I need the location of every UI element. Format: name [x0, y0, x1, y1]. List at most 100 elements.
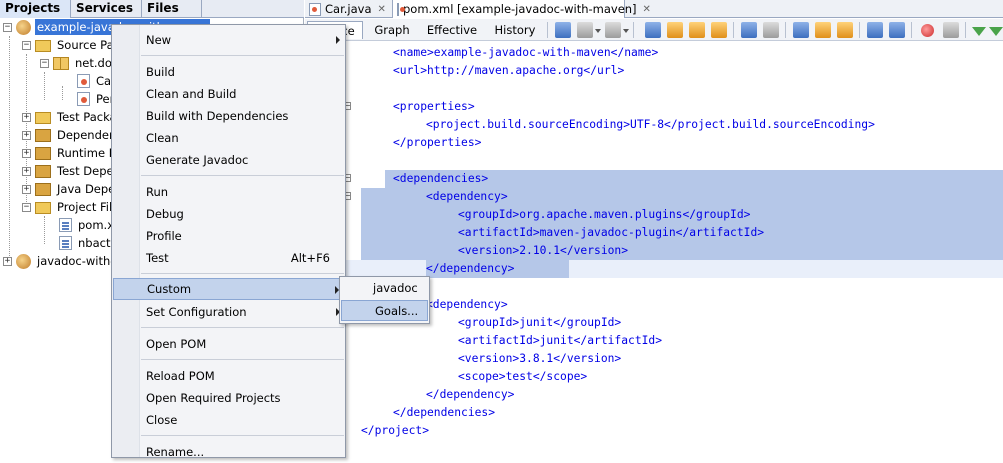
code-text: </properties> [393, 136, 482, 149]
menu-item-clean[interactable]: Clean [113, 127, 344, 149]
tab-files[interactable]: Files [142, 0, 202, 18]
menu-item-build[interactable]: Build [113, 61, 344, 83]
shift-left-icon[interactable] [867, 22, 883, 38]
close-icon[interactable]: ✕ [378, 4, 386, 15]
highlight-icon[interactable] [741, 22, 757, 38]
library-folder-icon [35, 146, 51, 160]
menu-item-label: Custom [147, 282, 192, 296]
validate-xml-icon[interactable] [989, 27, 1003, 36]
start-macro-icon[interactable] [921, 24, 934, 37]
menu-item-close[interactable]: Close [113, 409, 344, 431]
code-text: <scope>test</scope> [458, 370, 588, 383]
expand-icon[interactable]: + [22, 148, 31, 158]
menu-item-custom[interactable]: Custom [113, 278, 344, 300]
menu-item-generate-javadoc[interactable]: Generate Javadoc [113, 149, 344, 171]
code-text: <artifactId>maven-javadoc-plugin</artifa… [458, 226, 765, 239]
view-tab-graph[interactable]: Graph [367, 21, 417, 39]
stop-macro-icon[interactable] [943, 22, 959, 38]
code-line: </properties> [305, 134, 1003, 152]
submenu-item-goals[interactable]: Goals... [341, 300, 428, 321]
chevron-down-icon[interactable] [623, 29, 629, 33]
menu-item-label: Test [146, 251, 169, 265]
code-line: <properties> [305, 98, 1003, 116]
menu-item-new[interactable]: New [113, 29, 344, 51]
submenu-item-javadoc[interactable]: javadoc [341, 278, 428, 299]
toolbar-separator [733, 22, 734, 38]
tree-guide [62, 86, 63, 100]
code-text: </project> [361, 424, 430, 437]
tab-pom-xml[interactable]: pom.xml [example-javadoc-with-maven] ✕ [393, 0, 651, 18]
java-file-icon [309, 2, 321, 16]
expand-icon[interactable]: + [22, 184, 31, 194]
menu-item-open-pom[interactable]: Open POM [113, 333, 344, 355]
menu-item-test[interactable]: Test Alt+F6 [113, 247, 344, 269]
collapse-icon[interactable]: − [3, 22, 12, 32]
menu-item-clean-and-build[interactable]: Clean and Build [113, 83, 344, 105]
menu-item-label: Build with Dependencies [146, 109, 289, 123]
tab-projects[interactable]: Projects [0, 0, 71, 18]
code-text: <url>http://maven.apache.org</url> [393, 64, 625, 77]
tab-services[interactable]: Services [71, 0, 142, 18]
last-edit-icon[interactable] [555, 22, 571, 38]
expand-icon[interactable]: + [22, 166, 31, 176]
menu-item-run[interactable]: Run [113, 181, 344, 203]
rectangular-selection-icon[interactable] [763, 22, 779, 38]
submenu-arrow-icon [336, 36, 340, 44]
menu-separator [141, 175, 344, 176]
tree-guide [44, 72, 45, 100]
code-text: <groupId>org.apache.maven.plugins</group… [458, 208, 751, 221]
xml-file-icon [397, 2, 405, 16]
collapse-icon[interactable]: − [22, 202, 31, 212]
tab-label: pom.xml [example-javadoc-with-maven] [403, 2, 637, 16]
menu-item-reload-pom[interactable]: Reload POM [113, 365, 344, 387]
code-line: <url>http://maven.apache.org</url> [305, 62, 1003, 80]
find-next-icon[interactable] [689, 22, 705, 38]
view-tab-effective[interactable]: Effective [421, 21, 483, 39]
find-previous-icon[interactable] [667, 22, 683, 38]
menu-item-rename[interactable]: Rename... [113, 441, 344, 463]
java-file-icon [77, 74, 90, 88]
next-bookmark-icon[interactable] [815, 22, 831, 38]
close-icon[interactable]: ✕ [643, 4, 651, 15]
folder-icon [35, 112, 51, 124]
check-xml-icon[interactable] [972, 27, 986, 36]
menu-item-build-with-dependencies[interactable]: Build with Dependencies [113, 105, 344, 127]
menu-separator [141, 435, 344, 436]
editor-area: Car.java ✕ pom.xml [example-javadoc-with… [305, 0, 1003, 458]
menu-item-set-configuration[interactable]: Set Configuration [113, 301, 344, 323]
menu-item-label: Open Required Projects [146, 391, 281, 405]
menu-item-label: Reload POM [146, 369, 215, 383]
menu-item-open-required-projects[interactable]: Open Required Projects [113, 387, 344, 409]
expand-icon[interactable]: + [3, 256, 12, 266]
collapse-icon[interactable]: − [22, 40, 31, 50]
expand-icon[interactable]: + [22, 112, 31, 122]
menu-separator [141, 55, 344, 56]
library-folder-icon [35, 128, 51, 142]
code-line: </dependency> [305, 386, 1003, 404]
tree-guide [9, 36, 10, 262]
collapse-icon[interactable]: − [40, 58, 49, 68]
find-icon[interactable] [645, 22, 661, 38]
menu-item-profile[interactable]: Profile [113, 225, 344, 247]
menu-item-label: Set Configuration [146, 305, 247, 319]
menu-item-label: Build [146, 65, 175, 79]
tree-guide [44, 216, 45, 244]
menu-item-debug[interactable]: Debug [113, 203, 344, 225]
chevron-down-icon[interactable] [595, 29, 601, 33]
find-selection-icon[interactable] [711, 22, 727, 38]
code-text: <dependency> [426, 190, 508, 203]
view-tab-history[interactable]: History [487, 21, 543, 39]
shift-right-icon[interactable] [889, 22, 905, 38]
menu-item-label: Open POM [146, 337, 207, 351]
projects-panel-tabs: Projects Services Files [0, 0, 304, 18]
tab-car-java[interactable]: Car.java ✕ [305, 0, 393, 18]
forward-icon[interactable] [605, 22, 621, 38]
xml-file-icon [59, 218, 72, 232]
toggle-bookmark-icon[interactable] [837, 22, 853, 38]
previous-bookmark-icon[interactable] [793, 22, 809, 38]
expand-icon[interactable]: + [22, 130, 31, 140]
code-text: <properties> [393, 100, 475, 113]
code-editor[interactable]: − − − − <name>example-javadoc-with-maven… [305, 42, 1003, 458]
back-icon[interactable] [577, 22, 593, 38]
